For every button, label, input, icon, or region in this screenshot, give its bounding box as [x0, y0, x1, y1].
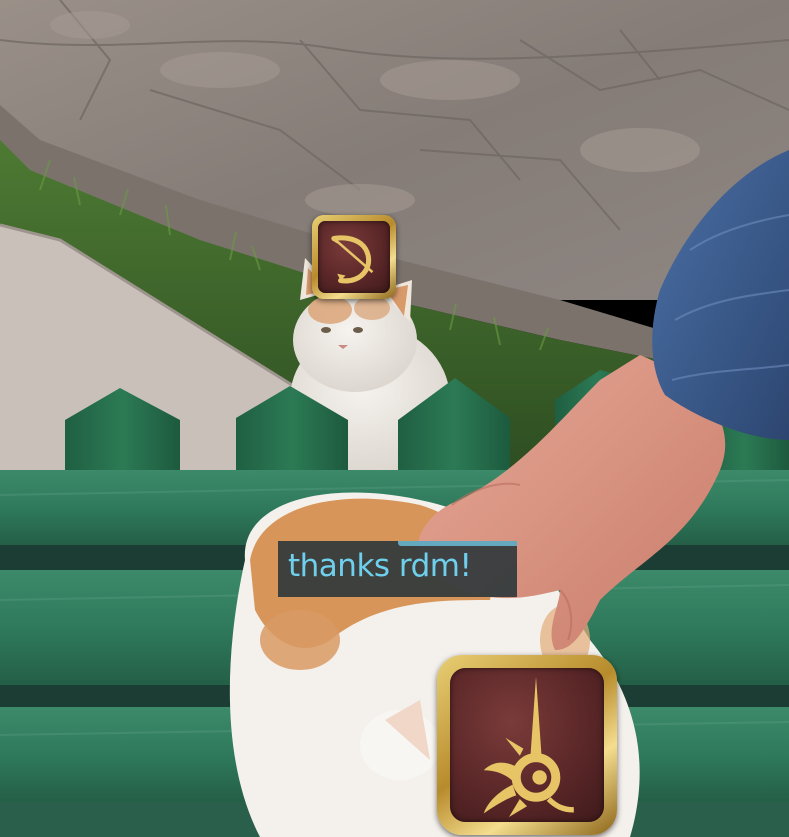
rapier-glyph-icon — [483, 676, 574, 817]
chat-bubble: thanks rdm! — [278, 541, 517, 597]
bow-glyph-icon — [331, 235, 374, 284]
previous-message-fragment — [398, 541, 517, 546]
photo-scene: thanks rdm! — [0, 0, 789, 837]
job-icon-top — [312, 215, 396, 299]
red-mage-job-icon — [437, 655, 617, 835]
chat-message: thanks rdm! — [288, 548, 472, 584]
background-photo — [0, 0, 789, 837]
